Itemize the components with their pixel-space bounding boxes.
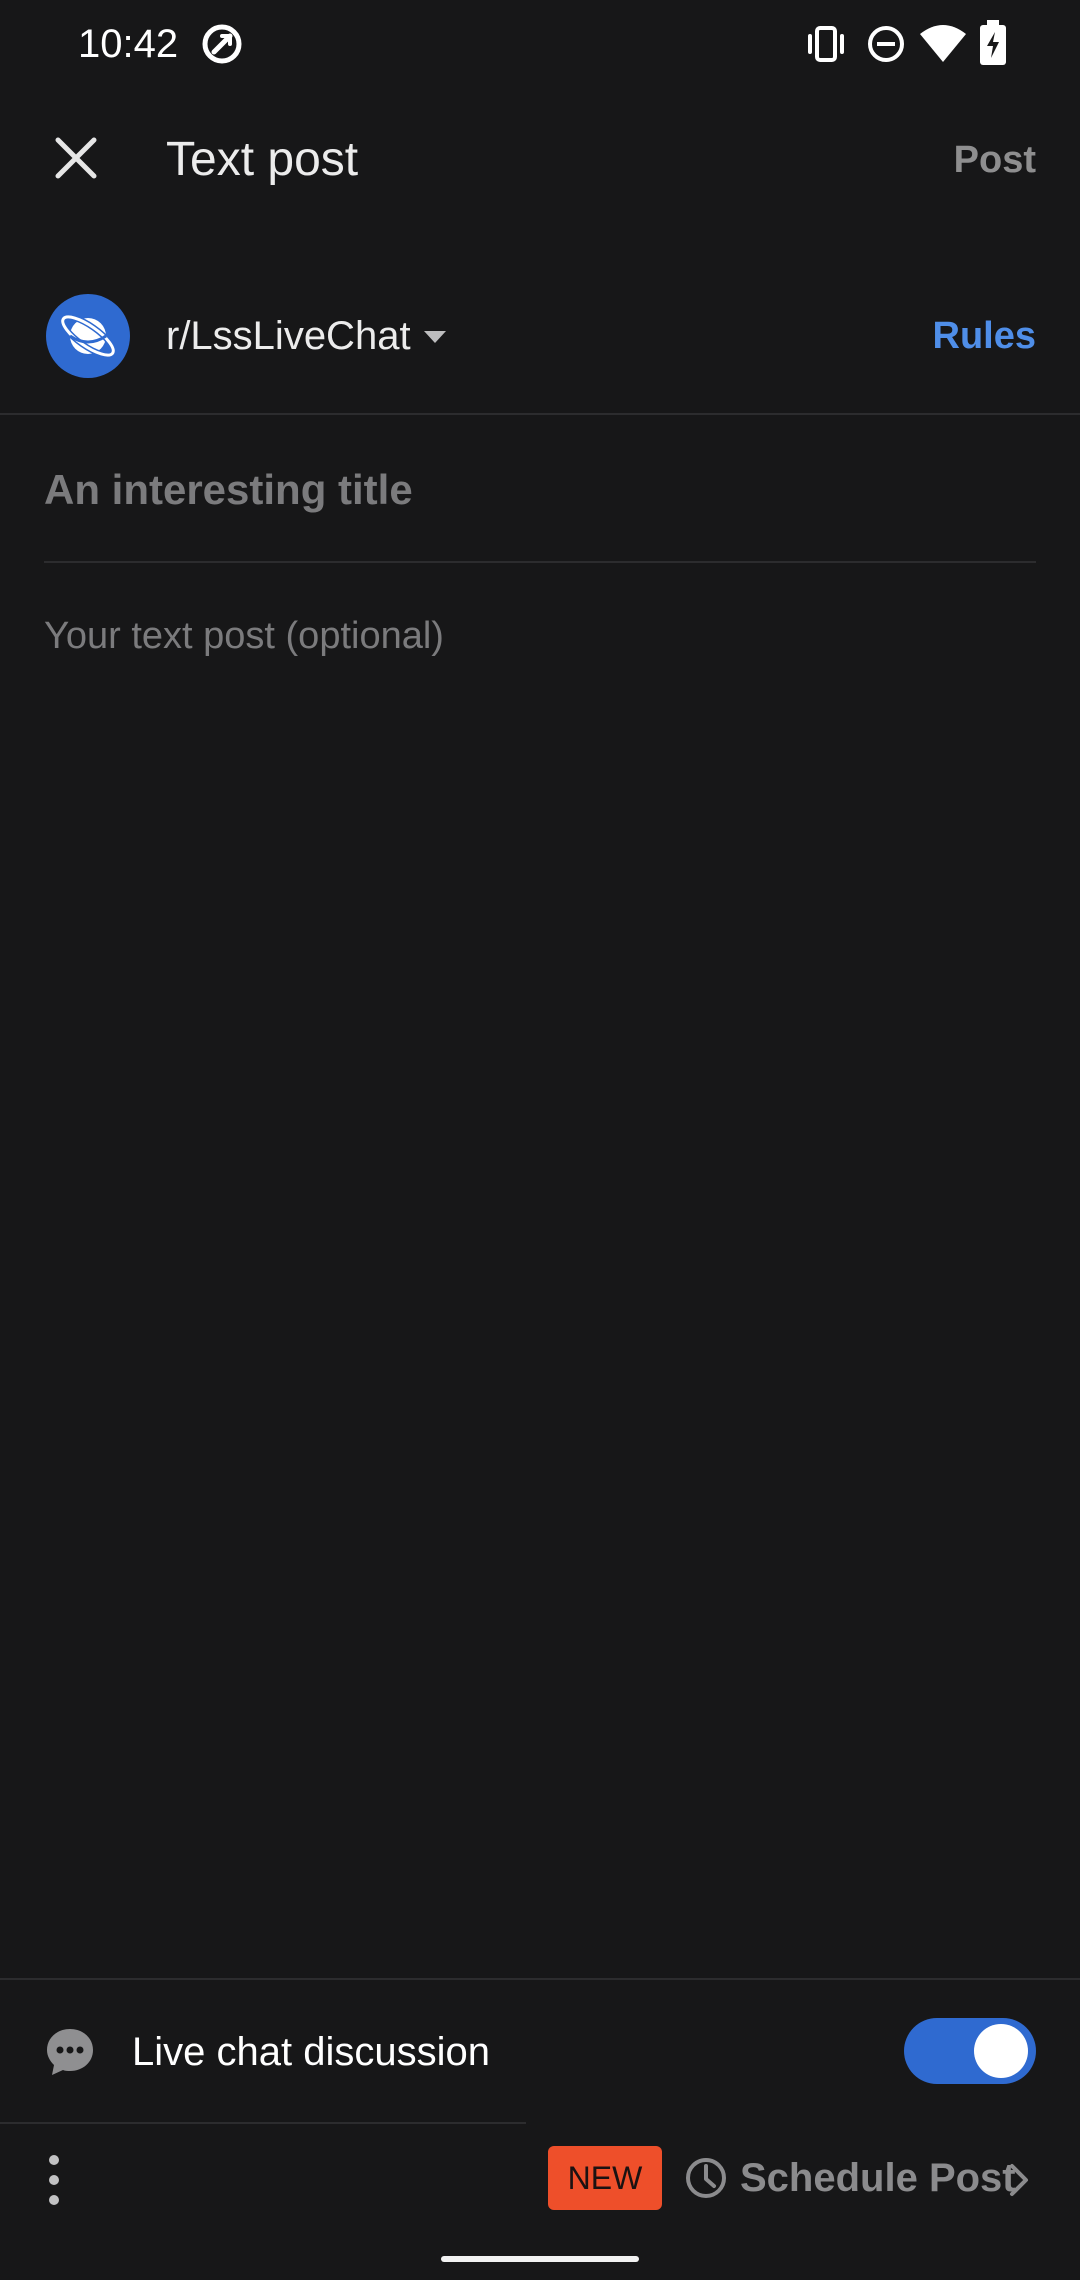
community-divider bbox=[0, 413, 1080, 415]
chat-bubble-icon bbox=[47, 2029, 93, 2075]
caret-down-icon bbox=[424, 331, 446, 343]
live-chat-toggle[interactable] bbox=[904, 2018, 1036, 2084]
new-badge: NEW bbox=[548, 2146, 662, 2210]
post-button[interactable]: Post bbox=[954, 134, 1036, 186]
bottom-divider bbox=[0, 2122, 526, 2124]
community-avatar[interactable] bbox=[46, 294, 130, 378]
rules-link[interactable]: Rules bbox=[933, 308, 1036, 364]
live-chat-divider bbox=[0, 1978, 1080, 1980]
vibrate-icon bbox=[808, 26, 844, 62]
page-title: Text post bbox=[166, 133, 359, 186]
live-chat-label: Live chat discussion bbox=[132, 2030, 490, 2074]
status-time: 10:42 bbox=[78, 22, 179, 66]
title-divider bbox=[44, 561, 1036, 563]
close-icon bbox=[55, 137, 97, 179]
more-options-button[interactable] bbox=[34, 2150, 74, 2210]
toggle-knob bbox=[974, 2024, 1028, 2078]
body-text-input[interactable] bbox=[44, 608, 1036, 1908]
wifi-icon bbox=[920, 25, 966, 62]
do-not-disturb-icon bbox=[868, 26, 904, 62]
planet-icon bbox=[59, 313, 117, 359]
community-name: r/LssLiveChat bbox=[166, 314, 411, 358]
schedule-post-label: Schedule Post bbox=[740, 2156, 1016, 2200]
close-button[interactable] bbox=[46, 128, 106, 188]
clock-icon bbox=[686, 2158, 726, 2198]
battery-charging-icon bbox=[980, 20, 1006, 65]
more-vertical-icon bbox=[49, 2155, 59, 2205]
title-input[interactable] bbox=[44, 448, 1036, 532]
data-saver-icon bbox=[202, 24, 242, 64]
home-indicator[interactable] bbox=[441, 2256, 639, 2262]
chevron-right-icon bbox=[1010, 2164, 1028, 2196]
